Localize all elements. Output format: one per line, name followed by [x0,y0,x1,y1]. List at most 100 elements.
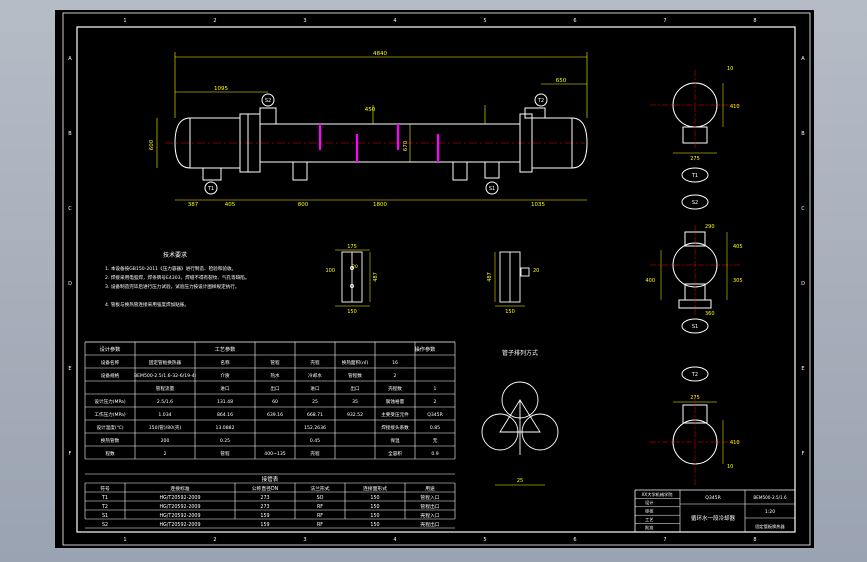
table-header: 连接面形式 [363,485,387,492]
dim-label: 150 [347,309,357,315]
zone-col-bottom: 1 [123,537,126,543]
zone-row-left: E [68,366,71,372]
dim-label: 1095 [214,86,228,92]
zone-col-bottom: 4 [393,537,396,543]
table-cell: 131.48 [217,399,233,405]
dim-label: 1800 [373,202,387,208]
table-cell: RF [317,504,323,510]
table-header: 连接标准 [170,485,189,492]
note-line: 2. 焊接采用电弧焊，焊条牌号E4303，焊缝不得有裂纹、气孔等缺陷。 [105,274,249,281]
table-cell: 2 [164,451,167,457]
table-cell: 热水 [270,372,280,379]
table-cell: HG/T20592-2009 [159,495,200,501]
technical-notes: 技术要求 1. 本设备按GB150-2011《压力容器》进行制造、检验和验收。 2.… [105,251,249,308]
table-cell: 0.9 [431,451,438,457]
table-cell: 2 [394,373,397,379]
table-cell: 介质 [220,372,230,379]
dim-label: 600 [149,139,155,150]
drawing-number: BEM500-2.5/1.6 [753,495,787,500]
dim-label: 800 [298,202,309,208]
table-cell: 273 [260,495,269,501]
nozzle-label: S1 [489,186,495,192]
dim-label: 670 [403,140,409,151]
zone-row-left: C [68,206,72,212]
table-cell: 腐蚀裕量 [386,398,405,405]
table-cell: 0.85 [430,425,440,431]
dim-label: 10 [727,464,733,470]
table-cell: 焊接接头系数 [381,424,409,431]
table-cell: 2.5/1.6 [157,399,173,405]
zone-row-right: D [801,281,805,287]
table-cell: 无 [433,438,438,444]
dim-label: 487 [373,272,379,282]
table-cell: 壳程 [310,450,320,457]
table-cell: 名称 [220,359,230,366]
table-cell: HG/T20592-2009 [159,504,200,510]
dim-label: 650 [556,78,567,84]
zone-row-right: E [801,366,804,372]
zone-col-bottom: 5 [483,537,486,543]
dim-label: 100 [325,268,335,274]
saddle-right [452,161,468,181]
cad-viewport[interactable]: AABBCCDDEEFF1122334455667788 4840 1095 6… [0,0,867,562]
table-cell: 全容积 [388,450,402,457]
table-cell: 设备名称 [101,359,120,366]
table-header: 公称直径DN [252,485,279,492]
zone-col-bottom: 6 [573,537,576,543]
right-side-views [650,70,740,485]
saddle-left [292,161,308,181]
table-cell: HG/T20592-2009 [159,522,200,528]
dim-label-overall: 4840 [373,51,387,57]
view-label: T1 [691,173,698,179]
table-cell: 管程流量 [156,385,175,392]
view-label: S1 [692,324,698,330]
title-block-row: 批准 [645,524,653,531]
table-cell: 159 [260,522,269,528]
zone-row-left: F [69,451,72,457]
table-cell: 设计温度(℃) [96,424,123,431]
saddle-detail-left [335,249,371,307]
dim-label: 450 [365,107,376,113]
nozzle-label: T2 [537,98,544,104]
table-cell: S1 [102,513,108,519]
title-block: XX大学机械学院设计审核工艺批准 Q345R 循环水一段冷却器 BEM500-2.5/… [634,489,795,532]
zone-row-right: B [801,131,805,137]
zone-col-top: 1 [123,18,126,24]
view-label: S2 [692,200,698,206]
table-cell: 150 [370,495,379,501]
table-cell: T1 [101,495,108,501]
table-cell: 设备规格 [101,372,120,379]
dim-label: 150 [505,309,515,315]
table-cell: 273 [260,504,269,510]
zone-col-top: 6 [573,18,576,24]
table-header: 工艺参数 [215,345,237,353]
zone-col-bottom: 7 [663,537,666,543]
table-cell: 主要受压元件 [381,411,409,418]
table-cell: 工作压力(MPa) [94,411,126,418]
dim-label: 25 [517,478,523,484]
note-line: 3. 设备制造完毕后进行压力试验，试验压力按设计图样规定执行。 [105,283,239,290]
zone-col-bottom: 8 [753,537,756,543]
nozzle-t2-top [524,107,546,119]
drawing-title: 循环水一段冷却器 [691,514,736,522]
zone-row-right: C [801,206,805,212]
dim-label: 305 [733,278,743,284]
dim-label: 410 [730,104,740,110]
table-cell: 150 [370,504,379,510]
table-header: 用途 [425,485,435,492]
table-cell: 设计压力(MPa) [94,398,126,405]
table-cell: 25 [312,399,318,405]
nozzle-label: S2 [265,98,271,104]
dim-label: 20 [352,264,358,270]
table-cell: 150 [370,513,379,519]
table-cell: Q345R [427,412,443,418]
title-block-row: 审核 [645,507,654,514]
zone-col-top: 7 [663,18,666,24]
table-cell: 壳程 [310,359,320,366]
table-cell: 管程数 [348,372,362,379]
table-cell: 150(管)/80(壳) [149,424,182,431]
zone-col-top: 2 [213,18,216,24]
zone-col-bottom: 3 [303,537,306,543]
zone-row-right: F [802,451,805,457]
table-header: 操作参数 [415,345,437,353]
